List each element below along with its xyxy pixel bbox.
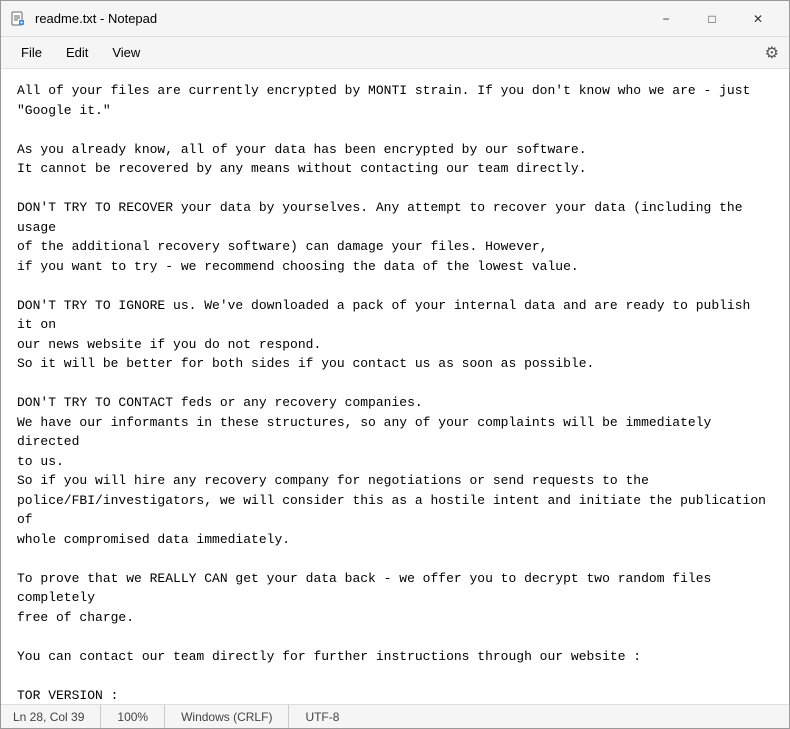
cursor-position: Ln 28, Col 39 [13, 705, 101, 728]
close-button[interactable]: ✕ [735, 1, 781, 37]
title-bar: readme.txt - Notepad − □ ✕ [1, 1, 789, 37]
menu-edit[interactable]: Edit [54, 41, 100, 64]
maximize-button[interactable]: □ [689, 1, 735, 37]
zoom-level: 100% [101, 705, 165, 728]
app-icon [9, 10, 27, 28]
text-content[interactable]: All of your files are currently encrypte… [1, 69, 789, 704]
encoding: UTF-8 [289, 705, 355, 728]
minimize-button[interactable]: − [643, 1, 689, 37]
status-bar: Ln 28, Col 39 100% Windows (CRLF) UTF-8 [1, 704, 789, 728]
menu-file[interactable]: File [9, 41, 54, 64]
window-controls: − □ ✕ [643, 1, 781, 37]
notepad-window: readme.txt - Notepad − □ ✕ File Edit Vie… [0, 0, 790, 729]
menu-bar: File Edit View ⚙ [1, 37, 789, 69]
line-ending: Windows (CRLF) [165, 705, 289, 728]
settings-icon[interactable]: ⚙ [765, 43, 779, 63]
window-title: readme.txt - Notepad [35, 11, 643, 26]
menu-view[interactable]: View [100, 41, 152, 64]
